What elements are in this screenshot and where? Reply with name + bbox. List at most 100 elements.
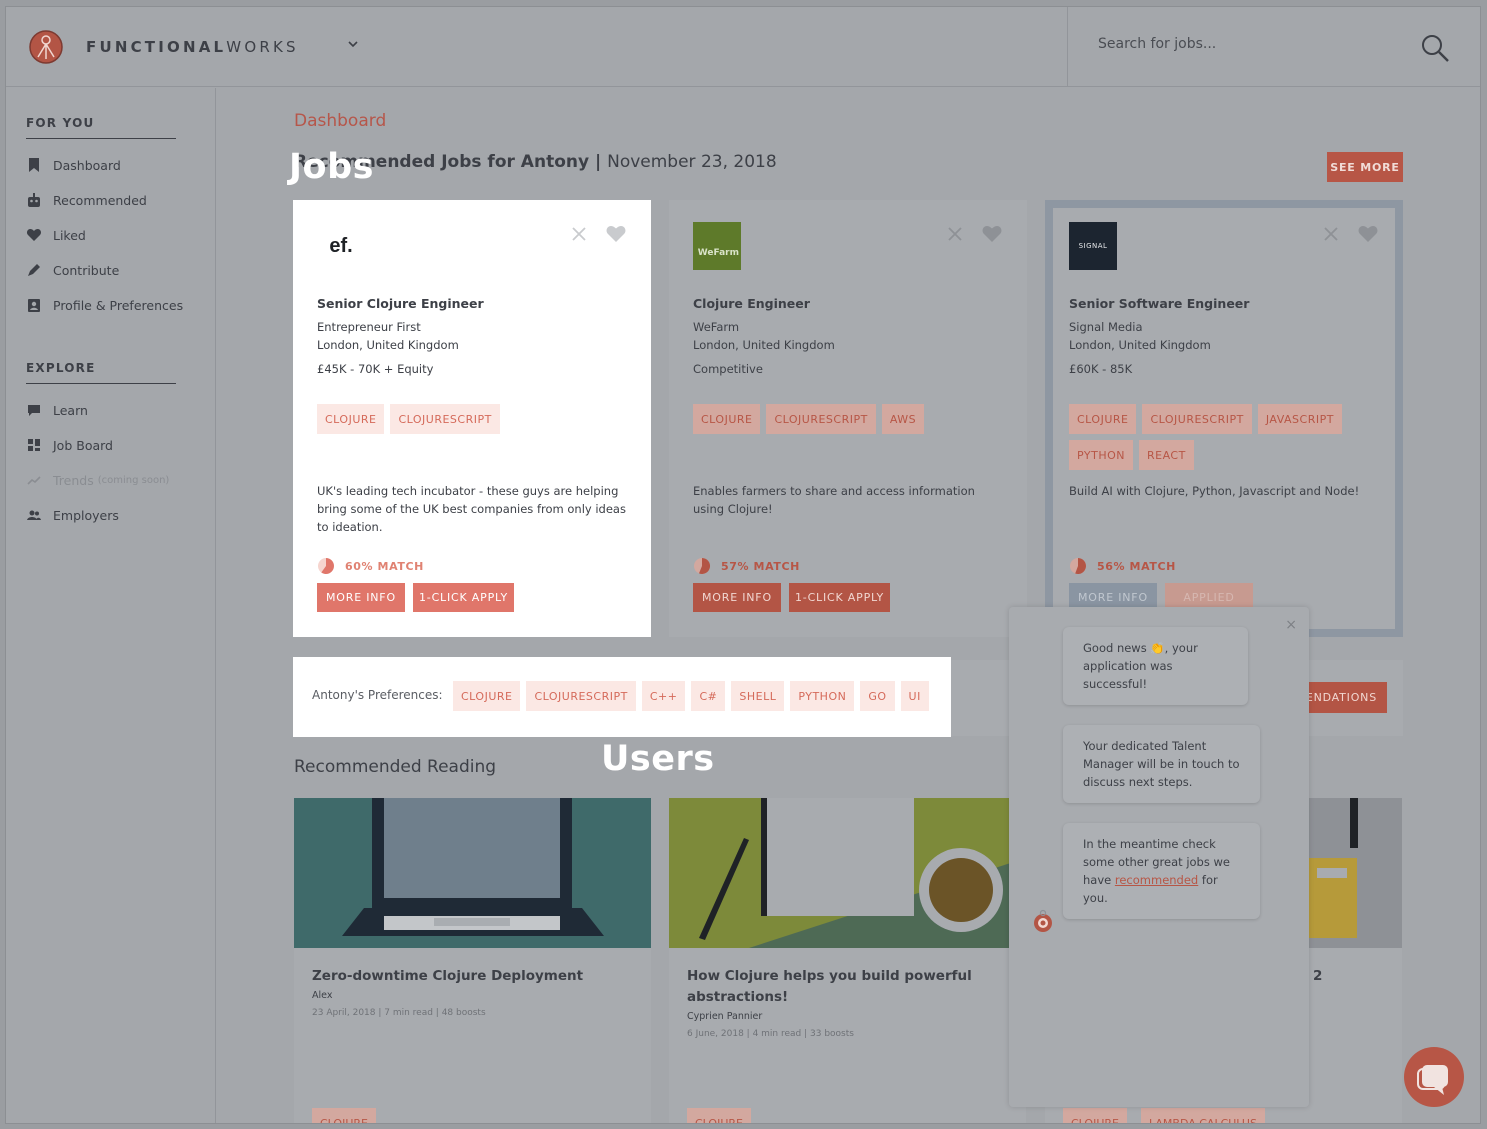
job-tag[interactable]: CLOJURESCRIPT xyxy=(1142,404,1252,434)
job-tag[interactable]: CLOJURESCRIPT xyxy=(390,404,500,434)
article-tag[interactable]: CLOJURE xyxy=(312,1108,376,1123)
chat-launcher-button[interactable] xyxy=(1404,1047,1464,1107)
sidebar-item-label: Liked xyxy=(53,227,86,243)
job-company: Entrepreneur First xyxy=(317,320,421,334)
chevron-down-icon[interactable] xyxy=(346,37,360,51)
functionalworks-logo-icon[interactable] xyxy=(28,29,64,65)
sidebar-item-recommended[interactable]: Recommended xyxy=(26,190,147,210)
job-title[interactable]: Clojure Engineer xyxy=(693,296,810,311)
match-indicator: 56% MATCH xyxy=(1069,557,1176,575)
sidebar-item-label: Recommended xyxy=(53,192,147,208)
article-card[interactable]: Zero-downtime Clojure Deployment Alex 23… xyxy=(294,798,651,1123)
article-author: Cyprien Pannier xyxy=(687,1011,763,1022)
sidebar-item-liked[interactable]: Liked xyxy=(26,225,86,245)
preference-tag[interactable]: SHELL xyxy=(731,681,785,711)
tour-label-users: Users xyxy=(601,739,715,779)
match-indicator: 60% MATCH xyxy=(317,557,424,575)
company-logo-text: SIGNAL xyxy=(1078,242,1108,250)
preference-tag[interactable]: PYTHON xyxy=(790,681,855,711)
one-click-apply-button[interactable]: 1-CLICK APPLY xyxy=(413,583,514,612)
match-label: 60% MATCH xyxy=(345,559,424,573)
preference-tag[interactable]: C++ xyxy=(641,681,686,711)
job-description: Build AI with Clojure, Python, Javascrip… xyxy=(1069,484,1360,498)
sidebar-item-label: Profile & Preferences xyxy=(53,297,184,313)
people-icon xyxy=(27,510,41,520)
company-logo-text: WeFarm xyxy=(697,248,739,258)
heart-icon[interactable] xyxy=(982,225,1002,243)
preference-tag[interactable]: C# xyxy=(691,681,726,711)
job-card[interactable]: WeFarm Clojure Engineer WeFarm London, U… xyxy=(669,200,1027,637)
chat-message: Good news 👏, your application was succes… xyxy=(1063,627,1248,705)
sidebar-item-label: Employers xyxy=(53,507,119,523)
job-tag[interactable]: AWS xyxy=(881,404,925,434)
close-icon[interactable] xyxy=(1323,226,1339,242)
preferences-label: Antony's Preferences: xyxy=(312,688,443,702)
job-title[interactable]: Senior Software Engineer xyxy=(1069,296,1249,311)
sidebar-heading-for-you: FOR YOU xyxy=(26,116,176,139)
article-title[interactable]: How Clojure helps you build powerful abs… xyxy=(687,966,1007,1008)
top-header: FUNCTIONALWORKS xyxy=(6,7,1480,87)
more-info-button[interactable]: MORE INFO xyxy=(317,583,405,612)
close-icon[interactable] xyxy=(571,226,587,242)
app-window: FUNCTIONALWORKS FOR YOU Dashboard Recomm… xyxy=(5,6,1481,1124)
job-tag[interactable]: REACT xyxy=(1139,440,1194,470)
article-meta: 6 June, 2018 | 4 min read | 33 boosts xyxy=(687,1029,854,1039)
job-salary: £45K - 70K + Equity xyxy=(317,362,434,376)
job-salary: Competitive xyxy=(693,362,763,376)
more-info-button[interactable]: MORE INFO xyxy=(693,583,781,612)
job-card-applied[interactable]: SIGNAL Senior Software Engineer Signal M… xyxy=(1045,200,1403,637)
job-tag[interactable]: CLOJURESCRIPT xyxy=(766,404,876,434)
match-indicator: 57% MATCH xyxy=(693,557,800,575)
chat-icon xyxy=(28,405,40,416)
preference-tag[interactable]: CLOJURE xyxy=(453,681,521,711)
job-tag[interactable]: CLOJURE xyxy=(1069,404,1137,434)
article-tag[interactable]: LAMBDA CALCULUS xyxy=(1141,1108,1265,1123)
article-tag[interactable]: CLOJURE xyxy=(1063,1108,1127,1123)
see-more-button[interactable]: SEE MORE xyxy=(1327,152,1403,182)
brand-name[interactable]: FUNCTIONALWORKS xyxy=(86,38,299,56)
article-title[interactable]: Zero-downtime Clojure Deployment xyxy=(312,966,632,987)
preference-tag[interactable]: GO xyxy=(860,681,895,711)
match-pie-icon xyxy=(694,557,711,574)
company-logo: WeFarm xyxy=(693,222,741,270)
company-logo: ef. xyxy=(317,222,365,270)
sidebar-item-job-board[interactable]: Job Board xyxy=(26,435,113,455)
job-salary: £60K - 85K xyxy=(1069,362,1133,376)
search-area xyxy=(1067,7,1480,87)
recommendations-button[interactable]: ENDATIONS xyxy=(1295,682,1387,713)
close-icon[interactable] xyxy=(947,226,963,242)
sidebar-item-label: Dashboard xyxy=(53,157,121,173)
sidebar-heading-explore: EXPLORE xyxy=(26,361,176,384)
job-company: WeFarm xyxy=(693,320,740,334)
job-tag[interactable]: CLOJURE xyxy=(317,404,385,434)
sidebar-item-dashboard[interactable]: Dashboard xyxy=(26,155,121,175)
article-title[interactable]: 2 xyxy=(1313,966,1480,987)
article-card[interactable]: How Clojure helps you build powerful abs… xyxy=(669,798,1026,1123)
search-icon[interactable] xyxy=(1420,33,1450,63)
heart-icon[interactable] xyxy=(1358,225,1378,243)
article-author: Alex xyxy=(312,990,333,1001)
job-tag[interactable]: CLOJURE xyxy=(693,404,761,434)
heart-icon[interactable] xyxy=(606,225,626,243)
sidebar-item-contribute[interactable]: Contribute xyxy=(26,260,119,280)
one-click-apply-button[interactable]: 1-CLICK APPLY xyxy=(789,583,890,612)
job-card[interactable]: ef. Senior Clojure Engineer Entrepreneur… xyxy=(293,200,651,637)
job-tags: CLOJURE CLOJURESCRIPT AWS xyxy=(693,404,1005,434)
trend-icon xyxy=(27,476,41,485)
job-title[interactable]: Senior Clojure Engineer xyxy=(317,296,484,311)
match-label: 57% MATCH xyxy=(721,559,800,573)
preference-tag[interactable]: UI xyxy=(900,681,929,711)
recommended-link[interactable]: recommended xyxy=(1115,873,1198,887)
job-description: UK's leading tech incubator - these guys… xyxy=(317,484,626,534)
search-input[interactable] xyxy=(1098,36,1398,52)
job-tag[interactable]: JAVASCRIPT xyxy=(1257,404,1342,434)
sidebar-item-employers[interactable]: Employers xyxy=(26,505,119,525)
job-tag[interactable]: PYTHON xyxy=(1069,440,1133,470)
preferences-tags: CLOJURE CLOJURESCRIPT C++ C# SHELL PYTHO… xyxy=(453,681,929,711)
article-tag[interactable]: CLOJURE xyxy=(687,1108,751,1123)
preference-tag[interactable]: CLOJURESCRIPT xyxy=(526,681,636,711)
sidebar-item-profile-preferences[interactable]: Profile & Preferences xyxy=(26,295,183,315)
sidebar-item-learn[interactable]: Learn xyxy=(26,400,88,420)
chat-message-line: Good news 👏, your xyxy=(1083,641,1198,655)
close-icon[interactable]: × xyxy=(1285,617,1297,633)
